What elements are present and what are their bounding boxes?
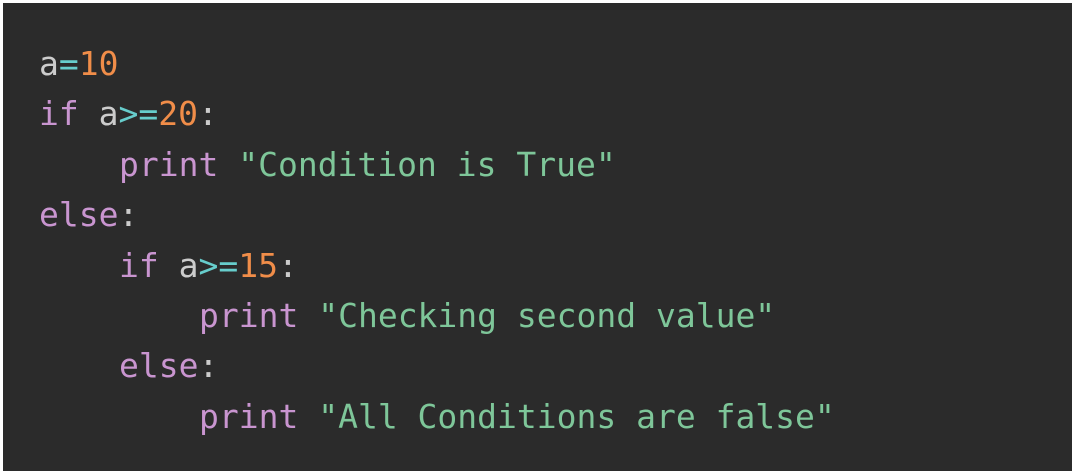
code-line-3: print "Condition is True" (39, 140, 1072, 190)
code-line-6: print "Checking second value" (39, 291, 1072, 341)
code-line-8: print "All Conditions are false" (39, 392, 1072, 442)
code-token: : (198, 94, 218, 134)
code-line-1: a=10 (39, 39, 1072, 89)
code-token: = (58, 44, 79, 83)
code-block: a=10 if a>=20: print "Condition is True"… (3, 3, 1072, 471)
code-token: : (118, 195, 139, 235)
code-line-4: else: (39, 190, 1072, 240)
code-token: print (119, 144, 219, 184)
code-token: a (78, 94, 119, 134)
code-line-2: if a>=20: (39, 89, 1072, 139)
code-token: else (119, 346, 199, 386)
code-token: "Condition is True" (238, 144, 616, 184)
code-token: >= (198, 245, 239, 285)
code-line-7: else: (39, 341, 1072, 391)
code-token: : (278, 245, 298, 285)
code-token: if (39, 94, 79, 134)
code-token: "All Conditions are false" (318, 396, 835, 436)
code-token: 20 (158, 94, 198, 134)
code-token: 10 (78, 44, 119, 83)
code-token: >= (118, 94, 159, 134)
code-token: else (39, 195, 119, 235)
code-token: 15 (238, 245, 278, 285)
code-token: print (199, 396, 299, 436)
code-token: : (198, 346, 219, 386)
code-token: print (199, 295, 299, 335)
code-token: a (158, 245, 199, 285)
code-token: "Checking second value" (318, 295, 776, 335)
code-token: if (119, 245, 159, 285)
code-line-5: if a>=15: (39, 241, 1072, 291)
code-token: a (39, 44, 59, 83)
